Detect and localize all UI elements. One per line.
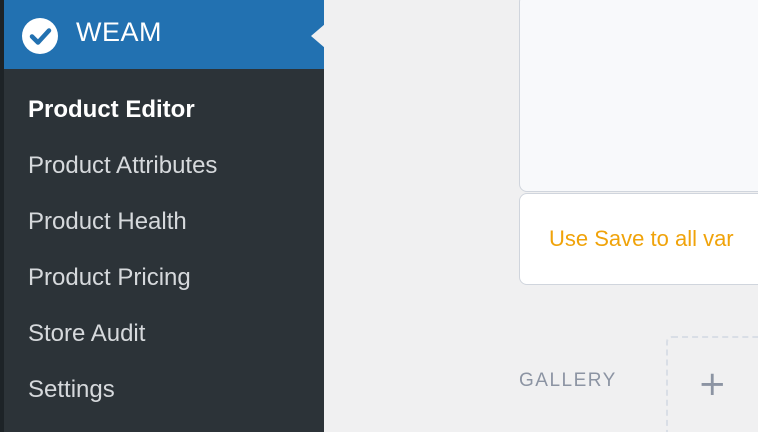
submenu-item-product-pricing[interactable]: Product Pricing [4, 252, 324, 308]
screen: WEAM Product Editor Product Attributes P… [0, 0, 758, 432]
main-content: Use Save to all var GALLERY + [324, 0, 758, 432]
plus-icon: + [698, 364, 727, 404]
plugin-submenu: Product Editor Product Attributes Produc… [4, 84, 324, 420]
add-gallery-image-button[interactable]: + [666, 336, 758, 432]
notice-text: Use Save to all var [549, 226, 734, 251]
gallery-label: GALLERY [519, 370, 617, 391]
plugin-menu-title: WEAM [76, 17, 162, 47]
plugin-menu-header[interactable]: WEAM [4, 0, 325, 69]
current-menu-arrow [311, 24, 325, 48]
submenu-item-settings[interactable]: Settings [4, 364, 324, 420]
admin-sidebar: WEAM Product Editor Product Attributes P… [4, 0, 325, 432]
editor-panel[interactable] [519, 0, 758, 192]
notice-card: Use Save to all var [519, 193, 758, 285]
submenu-item-product-editor[interactable]: Product Editor [4, 84, 324, 140]
submenu-item-product-attributes[interactable]: Product Attributes [4, 140, 324, 196]
submenu-item-product-health[interactable]: Product Health [4, 196, 324, 252]
check-circle-icon [22, 18, 58, 54]
submenu-item-store-audit[interactable]: Store Audit [4, 308, 324, 364]
